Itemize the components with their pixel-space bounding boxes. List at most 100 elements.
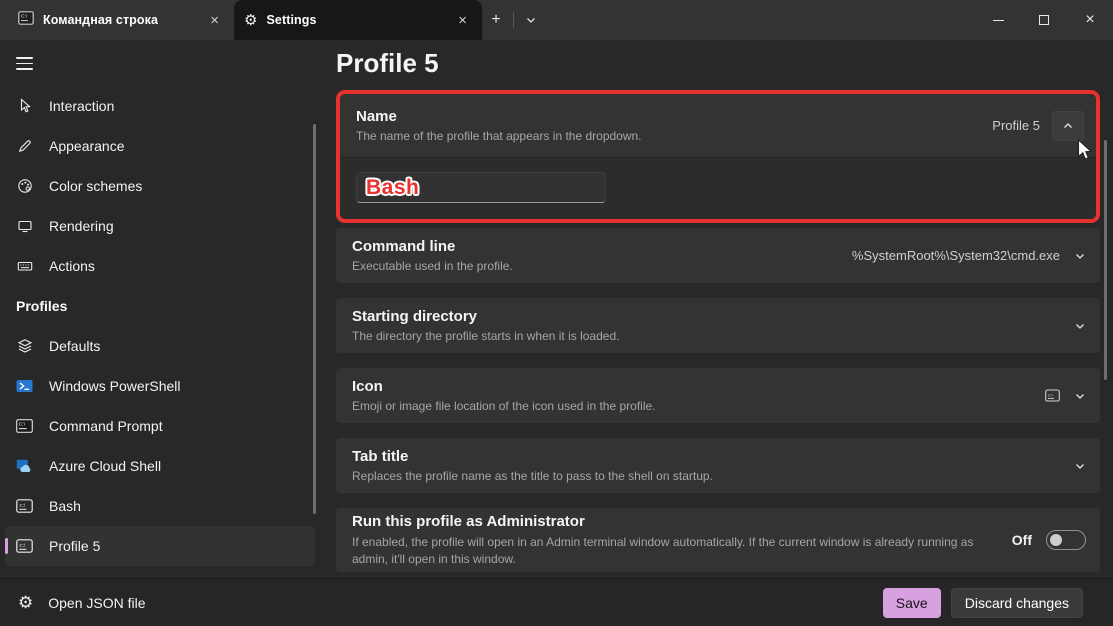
sidebar-item-label: Command Prompt [49,418,163,434]
sidebar-item-rendering[interactable]: Rendering [5,206,315,246]
gear-icon: ⚙ [244,11,257,29]
toggle-state-label: Off [1012,532,1032,548]
setting-value: %SystemRoot%\System32\cmd.exe [852,248,1060,263]
setting-row-tab-title[interactable]: Tab title Replaces the profile name as t… [336,438,1100,493]
sidebar-item-label: Windows PowerShell [49,378,181,394]
profile-name-input[interactable]: Bash [356,172,606,203]
sidebar-item-appearance[interactable]: Appearance [5,126,315,166]
chevron-down-icon[interactable] [1074,250,1086,262]
minimize-icon [993,20,1004,21]
discard-changes-button[interactable]: Discard changes [951,588,1083,618]
interaction-icon [16,97,33,114]
tab-label: Командная строка [43,13,158,27]
sidebar-item-label: Rendering [49,218,114,234]
save-button[interactable]: Save [883,588,941,618]
chevron-down-icon[interactable] [1074,390,1086,402]
chevron-up-icon [1062,120,1074,132]
toggle-knob [1050,534,1062,546]
open-json-file-button[interactable]: ⚙ Open JSON file [18,593,146,613]
window-controls: × [975,0,1113,40]
svg-text:C:\: C:\ [19,421,26,427]
settings-sidebar: Interaction Appearance Color schemes Ren… [0,40,320,578]
sidebar-item-label: Interaction [49,98,114,114]
sidebar-item-azure-cloud-shell[interactable]: Azure Cloud Shell [5,446,315,486]
terminal-window-icon: C:\ [16,497,33,514]
sidebar-item-label: Bash [49,498,81,514]
svg-text:C:\: C:\ [21,13,28,18]
sidebar-item-label: Appearance [49,138,125,154]
setting-row-command-line[interactable]: Command line Executable used in the prof… [336,228,1100,283]
setting-description: If enabled, the profile will open in an … [352,534,987,567]
chevron-down-icon[interactable] [1074,320,1086,332]
profile-icon-preview: C:\ [1045,389,1060,402]
sidebar-item-bash[interactable]: C:\ Bash [5,486,315,526]
sidebar-item-actions[interactable]: Actions [5,246,315,286]
setting-description: The name of the profile that appears in … [356,129,642,143]
sidebar-item-color-schemes[interactable]: Color schemes [5,166,315,206]
layers-icon [16,337,33,354]
setting-description: The directory the profile starts in when… [352,329,619,343]
gear-icon: ⚙ [18,593,33,613]
annotation-input-text: Bash [366,176,419,200]
setting-label: Tab title [352,448,713,465]
tab-command-prompt[interactable]: C:\ Командная строка × [8,0,234,40]
annotation-highlight-box: Name The name of the profile that appear… [336,90,1100,223]
cmd-icon: C:\ [16,417,33,434]
monitor-icon [16,217,33,234]
palette-icon [16,177,33,194]
footer-bar: ⚙ Open JSON file Save Discard changes [0,578,1113,626]
tab-dropdown-button[interactable] [517,0,545,40]
setting-label: Starting directory [352,308,619,325]
collapse-button[interactable] [1052,111,1084,141]
titlebar: C:\ Командная строка × ⚙ Settings × + × [0,0,1113,40]
name-expander-content: Bash [340,157,1096,219]
name-expander-header[interactable]: Name The name of the profile that appear… [340,94,1096,157]
setting-value: Profile 5 [992,118,1040,133]
hamburger-menu-button[interactable] [16,57,33,70]
sidebar-item-interaction[interactable]: Interaction [5,86,315,126]
keyboard-icon [16,257,33,274]
sidebar-item-defaults[interactable]: Defaults [5,326,315,366]
setting-description: Replaces the profile name as the title t… [352,469,713,483]
new-tab-button[interactable]: + [482,0,510,40]
setting-description: Executable used in the profile. [352,259,513,273]
tab-settings[interactable]: ⚙ Settings × [234,0,482,40]
setting-label: Run this profile as Administrator [352,513,987,530]
profiles-section-header: Profiles [0,286,320,326]
setting-row-starting-directory[interactable]: Starting directory The directory the pro… [336,298,1100,353]
sidebar-item-profile-5[interactable]: C:\ Profile 5 [5,526,315,566]
setting-row-icon[interactable]: Icon Emoji or image file location of the… [336,368,1100,423]
sidebar-item-command-prompt[interactable]: C:\ Command Prompt [5,406,315,446]
sidebar-item-label: Defaults [49,338,100,354]
tabbar-divider [513,12,514,28]
tab-label: Settings [266,13,316,27]
appearance-icon [16,137,33,154]
maximize-button[interactable] [1021,0,1067,40]
terminal-window-icon: C:\ [16,537,33,554]
sidebar-item-label: Azure Cloud Shell [49,458,161,474]
admin-toggle[interactable] [1046,530,1086,550]
setting-row-run-as-admin: Run this profile as Administrator If ena… [336,508,1100,572]
tab-close-icon[interactable]: × [205,11,224,30]
open-json-label: Open JSON file [48,595,145,611]
sidebar-item-label: Color schemes [49,178,142,194]
chevron-down-icon [525,14,537,26]
sidebar-scrollbar[interactable] [313,124,316,514]
chevron-down-icon[interactable] [1074,460,1086,472]
page-title: Profile 5 [336,48,1100,79]
azure-cloud-icon [16,457,33,474]
close-button[interactable]: × [1067,0,1113,40]
svg-text:C:\: C:\ [1048,393,1054,398]
setting-label: Command line [352,238,513,255]
tab-close-icon[interactable]: × [453,11,472,30]
sidebar-item-label: Profile 5 [49,538,100,554]
setting-description: Emoji or image file location of the icon… [352,399,656,413]
svg-text:C:\: C:\ [19,503,26,508]
content-scrollbar[interactable] [1104,140,1107,380]
minimize-button[interactable] [975,0,1021,40]
cmd-tab-icon: C:\ [18,11,34,30]
maximize-icon [1039,15,1049,25]
app-body: Interaction Appearance Color schemes Ren… [0,40,1113,578]
powershell-icon [16,377,33,394]
sidebar-item-windows-powershell[interactable]: Windows PowerShell [5,366,315,406]
